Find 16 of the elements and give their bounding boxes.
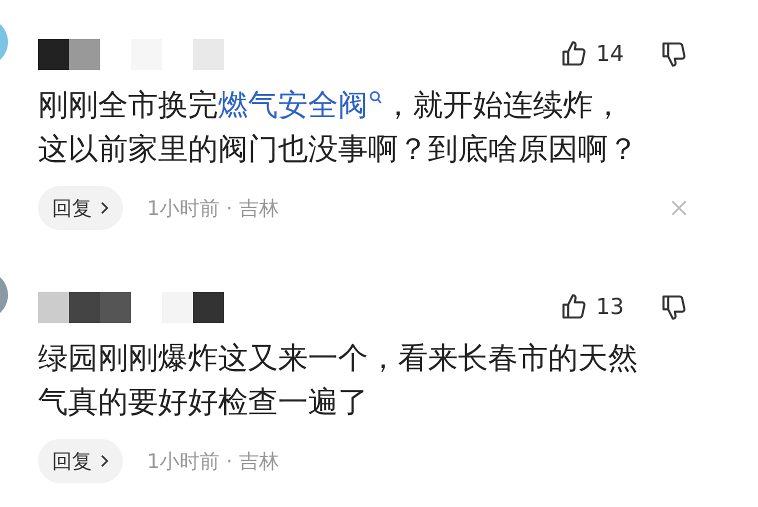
search-link[interactable]: 燃气安全阀 (218, 88, 383, 123)
chevron-icon (100, 454, 109, 468)
comment-text: 绿园刚刚爆炸这又来一个，看来长春市的天然气真的要好好检查一遍了 (38, 340, 639, 422)
thumbs-down-icon[interactable] (660, 293, 688, 321)
chevron-icon (100, 201, 109, 215)
thumbs-up-icon (560, 293, 588, 321)
reply-button[interactable]: 回复 (38, 439, 123, 483)
comment-text: 刚刚全市换完燃气安全阀 ，就开始连续炸，这以前家里的阀门也没事啊？到底啥原因啊？ (38, 87, 639, 169)
thumbs-down-icon[interactable] (660, 40, 688, 68)
reply-button[interactable]: 回复 (38, 186, 123, 230)
like-button[interactable]: 13 (560, 293, 624, 321)
comment-meta: 1小时前 · 吉林 (147, 448, 279, 474)
comment-meta: 1小时前 · 吉林 (147, 194, 279, 222)
close-icon[interactable] (670, 199, 688, 217)
like-button[interactable]: 14 (560, 40, 624, 68)
thumbs-up-icon (560, 40, 588, 68)
